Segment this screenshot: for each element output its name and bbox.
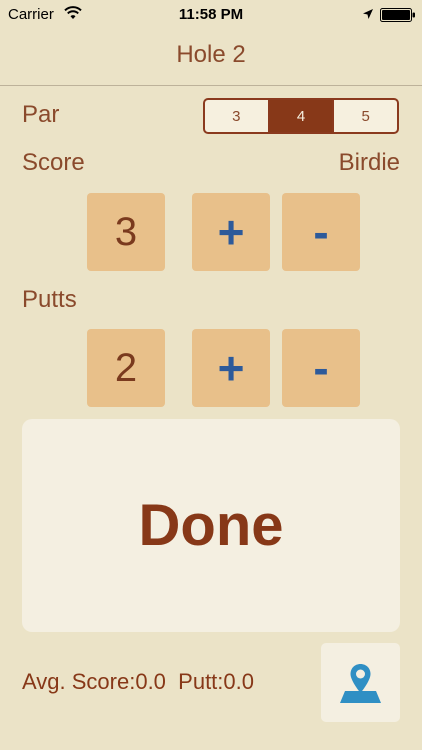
score-label: Score <box>22 149 85 176</box>
putts-increment-button[interactable]: + <box>192 329 270 407</box>
status-time: 11:58 PM <box>178 6 244 23</box>
score-decrement-button[interactable]: - <box>282 193 360 271</box>
minus-icon: - <box>313 342 329 394</box>
par-option-4[interactable]: 4 <box>269 100 335 132</box>
minus-icon: - <box>313 206 329 258</box>
avg-score-value: 0.0 <box>135 669 166 694</box>
stats-line: Avg. Score:0.0 Putt:0.0 <box>22 669 254 695</box>
battery-icon <box>380 8 415 22</box>
done-button[interactable]: Done <box>22 419 400 632</box>
par-selector: 3 4 5 <box>203 98 399 134</box>
putts-label: Putts <box>22 286 77 313</box>
putts-value: 2 <box>114 345 138 390</box>
done-label: Done <box>138 493 284 558</box>
score-result: Birdie <box>338 149 400 176</box>
score-value-tile: 3 <box>87 193 165 271</box>
plus-icon: + <box>217 342 245 394</box>
avg-putt-label: Putt: <box>178 669 224 694</box>
score-value: 3 <box>114 209 138 254</box>
avg-putt-value: 0.0 <box>223 669 254 694</box>
location-arrow-icon <box>363 9 373 19</box>
map-pin-icon <box>340 664 381 703</box>
par-label: Par <box>22 101 60 128</box>
plus-icon: + <box>217 206 245 258</box>
putts-decrement-button[interactable]: - <box>282 329 360 407</box>
score-increment-button[interactable]: + <box>192 193 270 271</box>
page-title: Hole 2 <box>176 41 246 68</box>
par-option-5[interactable]: 5 <box>334 100 397 132</box>
status-bar: Carrier 11:58 PM <box>0 0 422 30</box>
par-option-3[interactable]: 3 <box>205 100 270 132</box>
nav-bar: Hole 2 <box>0 30 422 86</box>
map-button[interactable] <box>321 643 400 722</box>
putts-value-tile: 2 <box>87 329 165 407</box>
avg-score-label: Avg. Score: <box>22 669 136 694</box>
